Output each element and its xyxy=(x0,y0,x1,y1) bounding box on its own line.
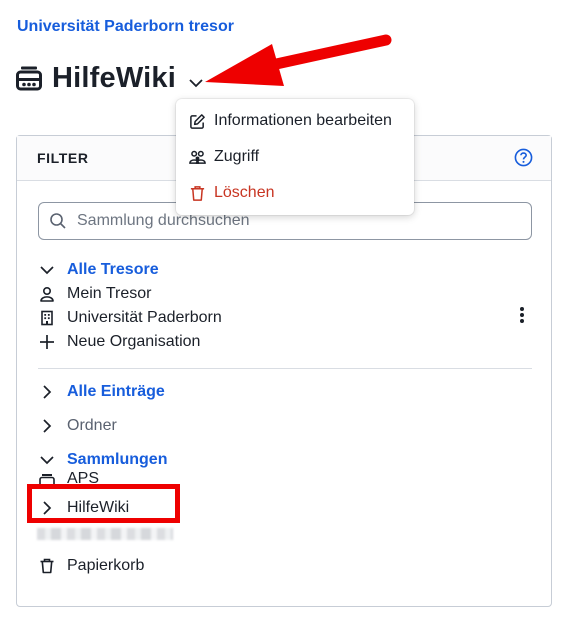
menu-item-label: Zugriff xyxy=(214,148,260,165)
menu-item-access[interactable]: Zugriff xyxy=(176,139,414,175)
plus-icon xyxy=(40,335,54,349)
filter-title: FILTER xyxy=(37,150,89,166)
chevron-down-icon xyxy=(40,266,54,275)
tree-label: Universität Paderborn xyxy=(67,309,222,326)
collection-options-menu: Informationen bearbeiten Zugriff Löschen xyxy=(176,99,414,215)
tree-label: Alle Einträge xyxy=(67,383,165,400)
tree-folders[interactable]: Ordner xyxy=(39,414,117,438)
redacted-item xyxy=(37,528,173,540)
user-icon xyxy=(40,286,54,302)
tree-label: Mein Tresor xyxy=(67,285,152,302)
tree-all-items[interactable]: Alle Einträge xyxy=(39,380,165,404)
divider xyxy=(38,368,532,369)
collection-icon xyxy=(16,66,42,91)
tree-collections[interactable]: Sammlungen xyxy=(39,448,167,472)
annotation-highlight-box xyxy=(27,484,180,523)
search-icon xyxy=(50,213,66,229)
more-options-icon[interactable] xyxy=(519,306,525,324)
chevron-down-icon xyxy=(40,456,54,465)
chevron-right-icon xyxy=(43,419,52,433)
chevron-right-icon xyxy=(43,385,52,399)
page-title-row: HilfeWiki xyxy=(16,58,204,98)
tree-label: Neue Organisation xyxy=(67,333,201,350)
menu-item-label: Löschen xyxy=(214,184,275,201)
edit-icon xyxy=(190,113,205,129)
tree-label: Papierkorb xyxy=(67,557,145,574)
tree-label: Ordner xyxy=(67,417,117,434)
tree-organization[interactable]: Universität Paderborn xyxy=(39,306,222,330)
users-icon xyxy=(189,150,206,164)
tree-trash[interactable]: Papierkorb xyxy=(39,554,144,578)
tree-all-vaults[interactable]: Alle Tresore xyxy=(39,258,159,282)
tree-label: Sammlungen xyxy=(67,451,168,468)
menu-item-edit-info[interactable]: Informationen bearbeiten xyxy=(176,103,414,139)
menu-item-delete[interactable]: Löschen xyxy=(176,175,414,211)
help-icon[interactable] xyxy=(514,148,533,167)
page-title: HilfeWiki xyxy=(52,61,177,94)
annotation-arrow-icon xyxy=(205,34,392,86)
menu-item-label: Informationen bearbeiten xyxy=(214,112,392,129)
building-icon xyxy=(41,310,53,326)
tree-new-organization[interactable]: Neue Organisation xyxy=(39,330,200,354)
trash-icon xyxy=(190,185,205,201)
tree-label: Alle Tresore xyxy=(67,261,159,278)
tree-my-vault[interactable]: Mein Tresor xyxy=(39,282,151,306)
trash-icon xyxy=(40,558,54,574)
